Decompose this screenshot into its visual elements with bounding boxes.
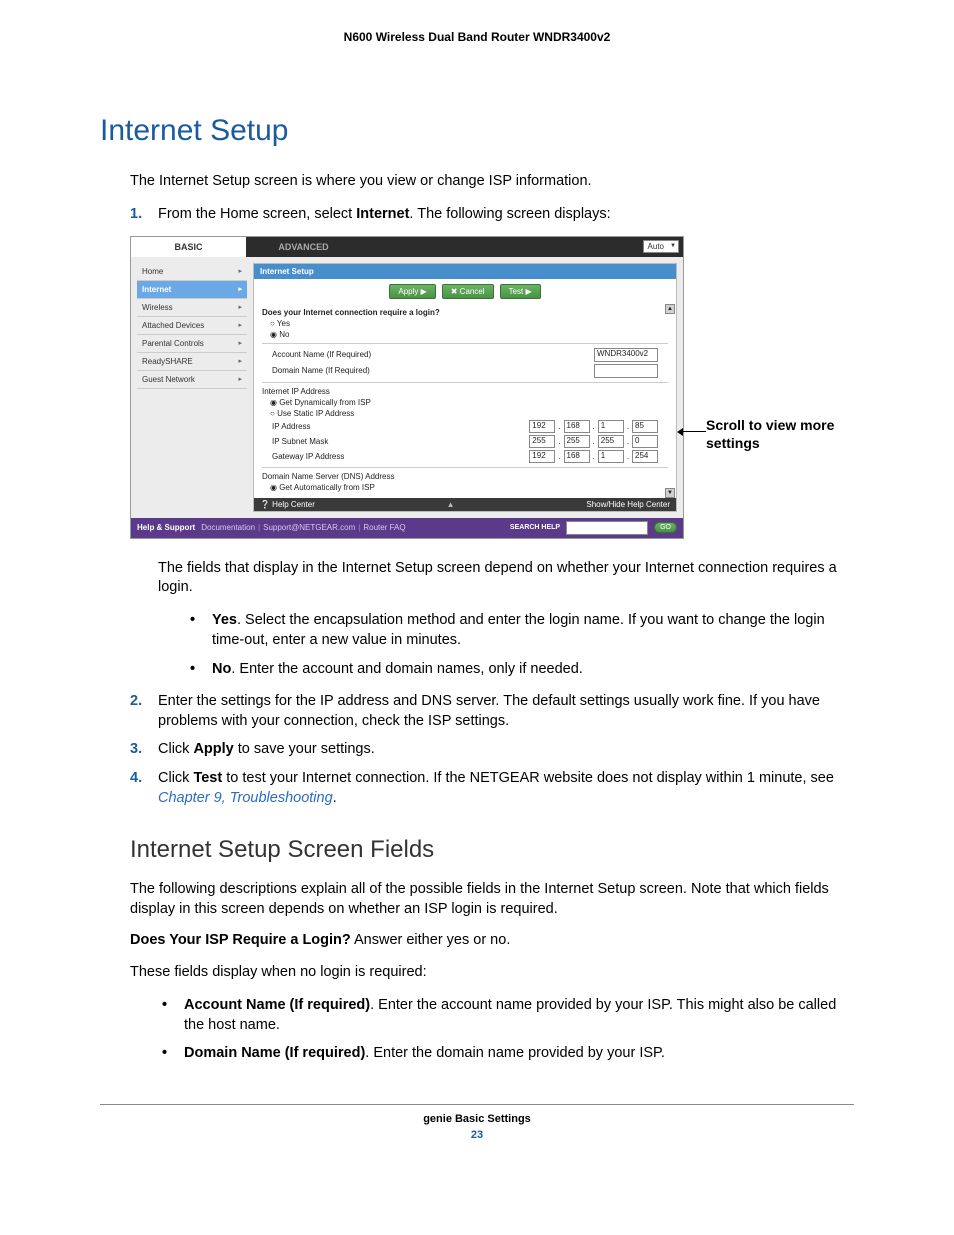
- dns-header: Domain Name Server (DNS) Address: [262, 472, 668, 481]
- radio-no[interactable]: ◉ No: [270, 330, 668, 339]
- sidebar-item-readyshare[interactable]: ReadySHARE▸: [137, 353, 247, 371]
- ip-address-label: IP Address: [262, 422, 529, 431]
- account-name-input[interactable]: WNDR3400v2: [594, 348, 658, 362]
- sidebar-item-home[interactable]: Home▸: [137, 263, 247, 281]
- bullet-account-name: Account Name (If required). Enter the ac…: [160, 995, 854, 1036]
- sidebar-item-wireless[interactable]: Wireless▸: [137, 299, 247, 317]
- scroll-down-icon[interactable]: ▼: [665, 488, 675, 498]
- tab-basic[interactable]: BASIC: [131, 237, 246, 257]
- fields-intro: The following descriptions explain all o…: [130, 880, 854, 919]
- sidebar-item-internet[interactable]: Internet▸: [137, 281, 247, 299]
- callout-text: Scroll to view more settings: [706, 416, 846, 452]
- after-figure-text: The fields that display in the Internet …: [158, 559, 854, 598]
- show-hide-help-button[interactable]: Show/Hide Help Center: [586, 500, 670, 509]
- tab-advanced[interactable]: ADVANCED: [246, 237, 361, 257]
- help-center-button[interactable]: ❔ Help Center: [260, 500, 315, 509]
- subheading: Internet Setup Screen Fields: [130, 836, 854, 864]
- isp-login-q: Does Your ISP Require a Login? Answer ei…: [130, 931, 854, 951]
- bullet-domain-name: Domain Name (If required). Enter the dom…: [160, 1043, 854, 1063]
- help-support-label: Help & Support: [137, 523, 195, 532]
- go-button[interactable]: GO: [654, 522, 677, 533]
- page-title: Internet Setup: [100, 114, 854, 148]
- nologin-intro: These fields display when no login is re…: [130, 963, 854, 983]
- domain-name-label: Domain Name (If Required): [262, 366, 594, 375]
- language-select[interactable]: Auto: [643, 240, 679, 253]
- bullet-no: No. Enter the account and domain names, …: [188, 659, 854, 679]
- cancel-button[interactable]: ✖ Cancel: [442, 284, 494, 299]
- scroll-up-icon[interactable]: ▲: [665, 304, 675, 314]
- test-button[interactable]: Test ▶: [500, 284, 541, 299]
- callout-arrow: [682, 431, 706, 433]
- ip-header: Internet IP Address: [262, 387, 668, 396]
- account-name-label: Account Name (If Required): [262, 350, 594, 359]
- gateway-input[interactable]: 192.168.1.254: [529, 450, 658, 463]
- doc-header: N600 Wireless Dual Band Router WNDR3400v…: [100, 30, 854, 44]
- subnet-label: IP Subnet Mask: [262, 437, 529, 446]
- sidebar-item-parental[interactable]: Parental Controls▸: [137, 335, 247, 353]
- step-4: 4.Click Test to test your Internet conne…: [130, 768, 854, 809]
- sidebar-item-guest[interactable]: Guest Network▸: [137, 371, 247, 389]
- domain-name-input[interactable]: [594, 364, 658, 378]
- bullet-yes: Yes. Select the encapsulation method and…: [188, 610, 854, 651]
- radio-yes[interactable]: ○ Yes: [270, 319, 668, 328]
- expand-icon[interactable]: ▲: [447, 500, 455, 509]
- gateway-label: Gateway IP Address: [262, 452, 529, 461]
- radio-ip-dynamic[interactable]: ◉ Get Dynamically from ISP: [270, 398, 668, 407]
- sidebar: Home▸ Internet▸ Wireless▸ Attached Devic…: [137, 263, 247, 512]
- faq-link[interactable]: Router FAQ: [363, 523, 405, 532]
- page-footer: genie Basic Settings 23: [100, 1104, 854, 1141]
- step-3: 3.Click Apply to save your settings.: [130, 739, 854, 759]
- troubleshooting-link[interactable]: Chapter 9, Troubleshooting: [158, 790, 333, 806]
- subnet-input[interactable]: 255.255.255.0: [529, 435, 658, 448]
- login-question: Does your Internet connection require a …: [262, 308, 440, 317]
- radio-dns-auto[interactable]: ◉ Get Automatically from ISP: [270, 483, 668, 492]
- radio-ip-static[interactable]: ○ Use Static IP Address: [270, 409, 668, 418]
- intro-text: The Internet Setup screen is where you v…: [130, 172, 854, 192]
- step-1: 1. From the Home screen, select Internet…: [130, 204, 854, 224]
- ip-address-input[interactable]: 192.168.1.85: [529, 420, 658, 433]
- router-ui: BASIC ADVANCED Auto Home▸ Internet▸ Wire…: [130, 236, 684, 539]
- panel-title: Internet Setup: [254, 264, 676, 279]
- sidebar-item-attached[interactable]: Attached Devices▸: [137, 317, 247, 335]
- screenshot-figure: BASIC ADVANCED Auto Home▸ Internet▸ Wire…: [130, 236, 854, 539]
- doc-link[interactable]: Documentation: [201, 523, 255, 532]
- support-link[interactable]: Support@NETGEAR.com: [263, 523, 355, 532]
- search-help-input[interactable]: [566, 521, 648, 535]
- step-2: 2.Enter the settings for the IP address …: [130, 691, 854, 732]
- apply-button[interactable]: Apply ▶: [389, 284, 435, 299]
- search-help-label: SEARCH HELP: [510, 524, 560, 531]
